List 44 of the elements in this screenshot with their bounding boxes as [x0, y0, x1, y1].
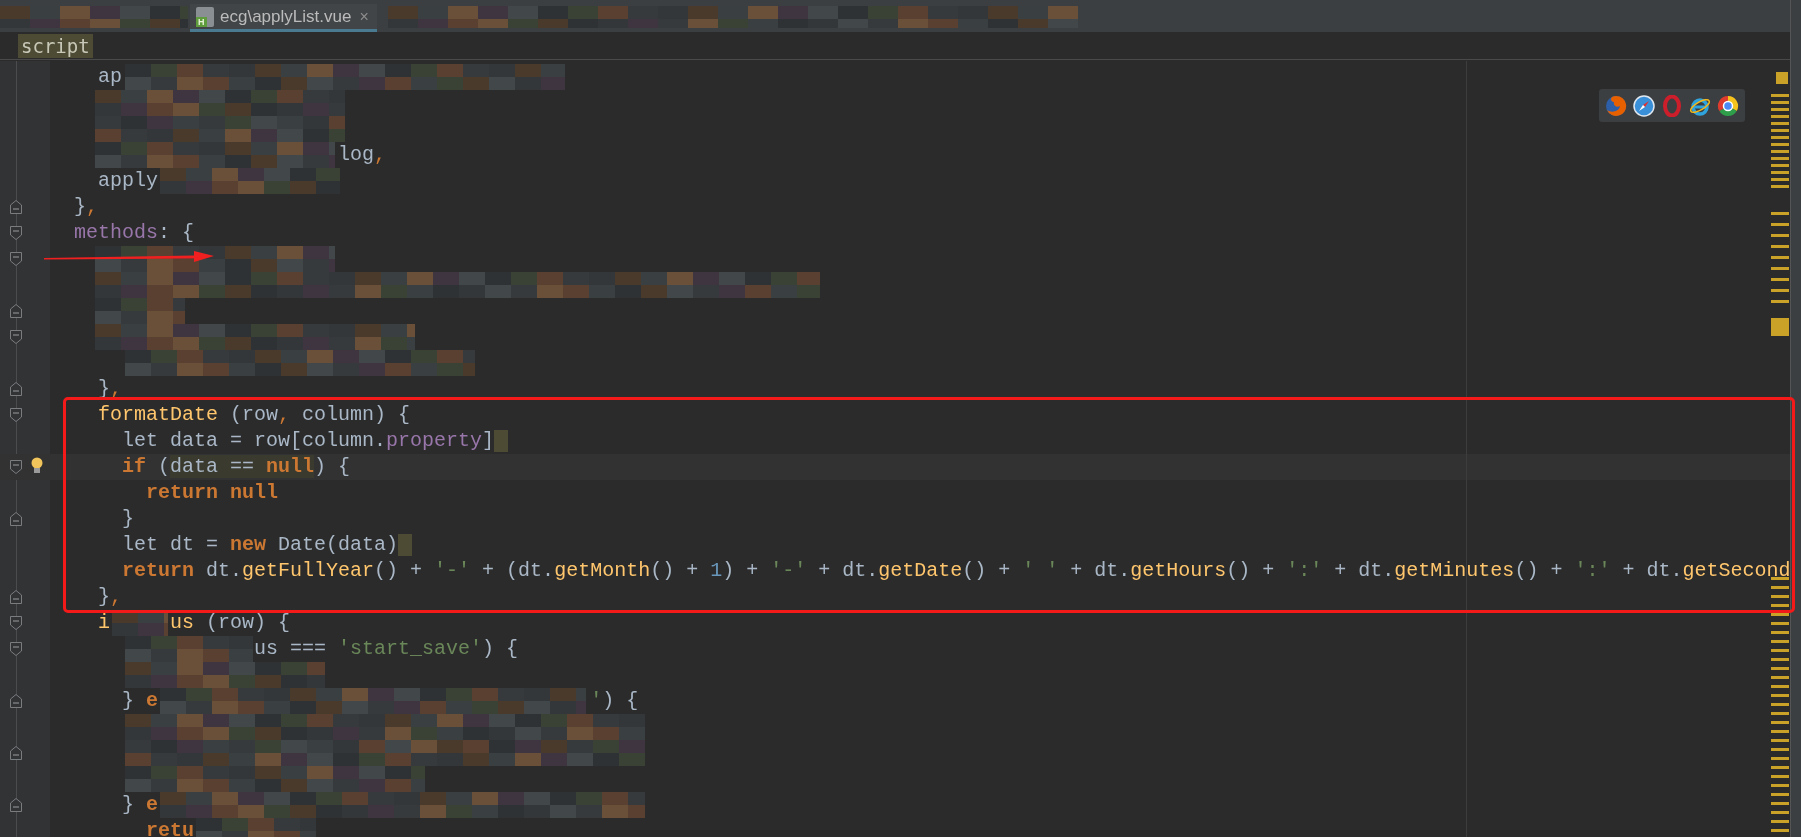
fold-collapse-icon[interactable] [9, 251, 23, 267]
code-text: apply [98, 168, 159, 194]
fold-collapse-icon[interactable] [9, 225, 23, 241]
code-text: ') { [590, 688, 639, 714]
segmented-circle-icon[interactable] [1717, 94, 1739, 117]
code-text: return null [146, 480, 279, 506]
close-button[interactable]: × [357, 4, 371, 29]
breadcrumb-item[interactable]: script [18, 33, 93, 58]
code-text: formatDate (row, column) { [98, 402, 411, 428]
fold-end-icon[interactable] [9, 381, 23, 397]
fold-collapse-icon[interactable] [9, 459, 23, 475]
code-text: if (data == null) { [122, 454, 351, 480]
code-text: retu [146, 818, 195, 837]
code-text: return dt.getFullYear() + '-' + (dt.getMonth() + 1) + '-' + dt.getDate() + ' ' + dt.getHours() + ':' + dt.getMinutes() + ':' + dt.getSecond [122, 558, 1790, 584]
fold-end-icon[interactable] [9, 511, 23, 527]
code-text: methods: { [74, 220, 195, 246]
fold-end-icon[interactable] [9, 745, 23, 761]
fold-end-icon[interactable] [9, 589, 23, 605]
code-text: } e [122, 792, 159, 818]
fold-end-icon[interactable] [9, 303, 23, 319]
ring-icon[interactable] [1661, 94, 1683, 117]
code-text: } [122, 506, 135, 532]
code-text: ap [98, 64, 123, 90]
globe-icon[interactable] [1605, 94, 1627, 117]
editor-tab[interactable]: H ecg\applyList.vue × [190, 4, 377, 32]
code-text: }, [98, 584, 123, 610]
fold-collapse-icon[interactable] [9, 407, 23, 423]
fold-collapse-icon[interactable] [9, 641, 23, 657]
fold-end-icon[interactable] [9, 693, 23, 709]
code-text: }, [74, 194, 99, 220]
fold-end-icon[interactable] [9, 797, 23, 813]
code-text: i [98, 610, 111, 636]
fold-collapse-icon[interactable] [9, 615, 23, 631]
code-text: } e [122, 688, 159, 714]
code-text: log, [338, 142, 387, 168]
fold-collapse-icon[interactable] [9, 329, 23, 345]
code-text: us (row) { [170, 610, 291, 636]
lightbulb-icon[interactable] [31, 457, 43, 475]
compass-icon[interactable] [1633, 94, 1655, 117]
code-text: let dt = new Date(data) [122, 532, 399, 558]
fold-end-icon[interactable] [9, 199, 23, 215]
code-text: us === 'start_save') { [254, 636, 519, 662]
code-text: let data = row[column.property] [122, 428, 495, 454]
file-icon: H [196, 6, 214, 27]
